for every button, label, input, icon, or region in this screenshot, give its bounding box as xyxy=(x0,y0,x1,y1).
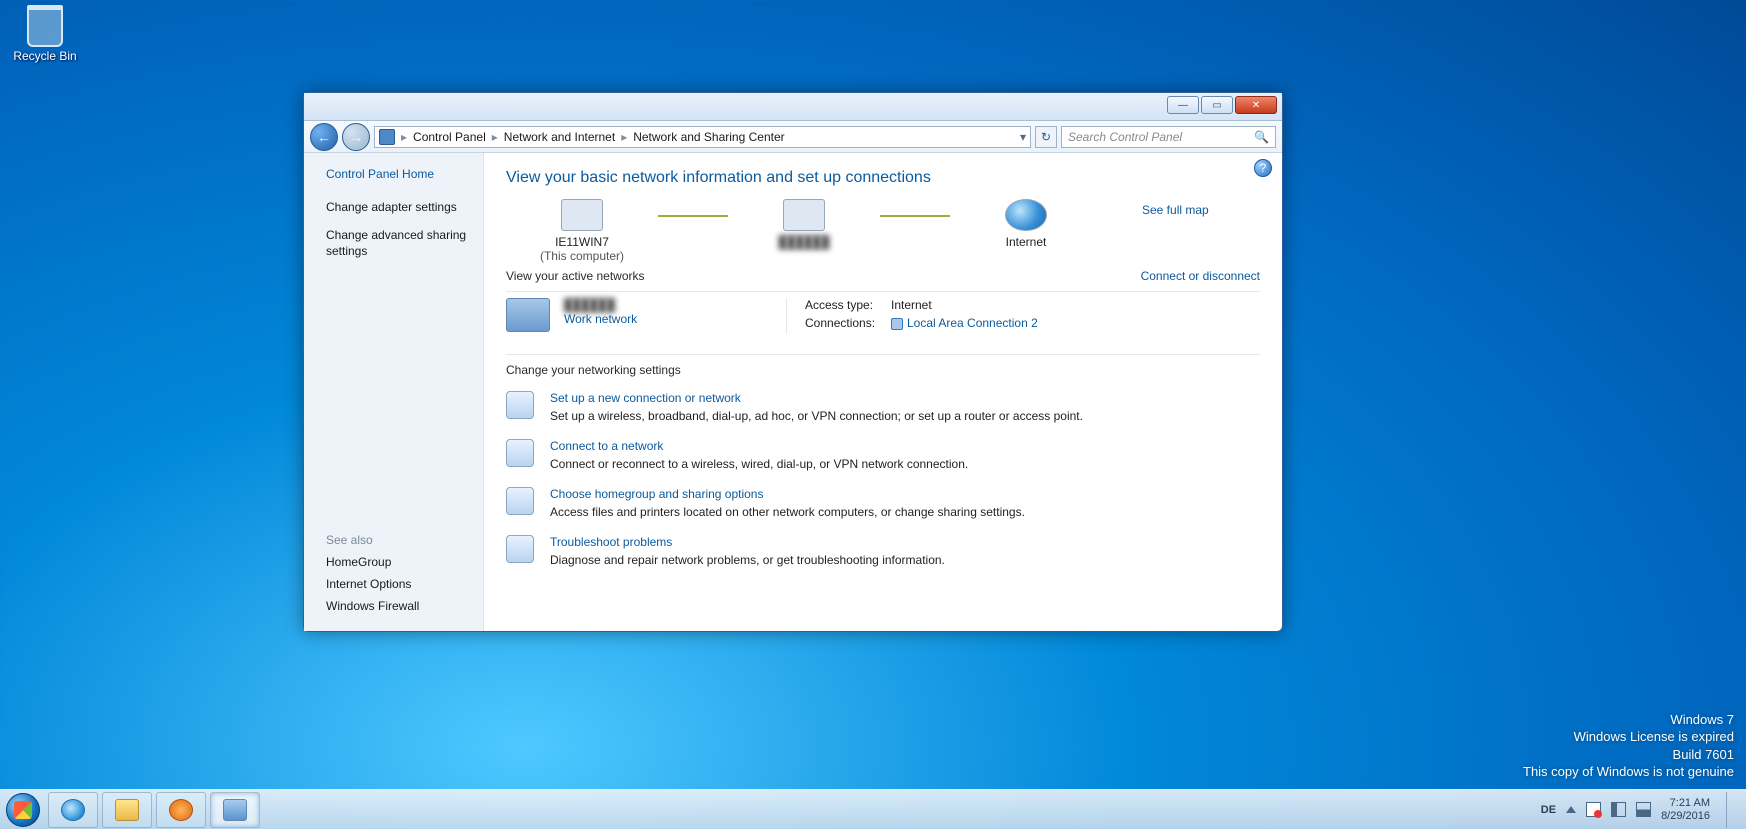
setting-troubleshoot: Troubleshoot problems Diagnose and repai… xyxy=(506,535,1260,567)
recycle-bin-label: Recycle Bin xyxy=(10,49,80,63)
minimize-button[interactable]: — xyxy=(1167,96,1199,114)
setting-troubleshoot-link[interactable]: Troubleshoot problems xyxy=(550,535,945,549)
computer-icon xyxy=(561,199,603,231)
show-desktop-button[interactable] xyxy=(1726,792,1738,828)
see-also-homegroup[interactable]: HomeGroup xyxy=(326,555,469,569)
control-panel-icon xyxy=(223,799,247,821)
recycle-bin-icon xyxy=(27,5,63,47)
sidebar-task-advanced[interactable]: Change advanced sharing settings xyxy=(326,227,469,259)
window-titlebar[interactable]: — ▭ ✕ xyxy=(304,93,1282,121)
sidebar-task-adapter[interactable]: Change adapter settings xyxy=(326,199,469,215)
connection-link[interactable]: Local Area Connection 2 xyxy=(907,316,1038,330)
access-type-value: Internet xyxy=(891,298,932,312)
breadcrumb-control-panel[interactable]: Control Panel xyxy=(413,130,486,144)
search-placeholder: Search Control Panel xyxy=(1068,130,1182,144)
recycle-bin[interactable]: Recycle Bin xyxy=(10,5,80,63)
control-panel-home-link[interactable]: Control Panel Home xyxy=(326,167,469,181)
search-input[interactable]: Search Control Panel 🔍 xyxy=(1061,126,1276,148)
map-node-internet: Internet xyxy=(950,199,1102,249)
map-connection-line xyxy=(880,215,950,217)
taskbar-ie[interactable] xyxy=(48,792,98,828)
access-type-label: Access type: xyxy=(805,298,883,312)
taskbar-control-panel[interactable] xyxy=(210,792,260,828)
active-network-panel: ██████ Work network Access type: Interne… xyxy=(506,291,1260,334)
network-type-link[interactable]: Work network xyxy=(564,312,637,326)
network-map: IE11WIN7 (This computer) ██████ Internet… xyxy=(506,199,1260,263)
setting-new-connection-link[interactable]: Set up a new connection or network xyxy=(550,391,1083,405)
see-also-heading: See also xyxy=(326,533,469,547)
connections-label: Connections: xyxy=(805,316,883,330)
map-node-gateway: ██████ xyxy=(728,199,880,249)
work-network-icon xyxy=(506,298,550,332)
start-button[interactable] xyxy=(0,790,46,829)
connect-network-icon xyxy=(506,439,534,467)
address-dropdown[interactable]: ▾ xyxy=(1020,130,1026,144)
search-icon: 🔍 xyxy=(1254,130,1269,144)
homegroup-icon xyxy=(506,487,534,515)
volume-icon[interactable] xyxy=(1611,802,1626,817)
change-settings-heading: Change your networking settings xyxy=(506,354,1260,377)
tray-overflow-icon[interactable] xyxy=(1566,806,1576,813)
network-tray-icon[interactable] xyxy=(1636,802,1651,817)
back-button[interactable]: ← xyxy=(310,123,338,151)
setting-connect-network: Connect to a network Connect or reconnec… xyxy=(506,439,1260,471)
main-content: View your basic network information and … xyxy=(484,153,1282,631)
connect-disconnect-link[interactable]: Connect or disconnect xyxy=(1141,269,1260,283)
setting-homegroup: Choose homegroup and sharing options Acc… xyxy=(506,487,1260,519)
gateway-icon xyxy=(783,199,825,231)
system-tray: DE 7:21 AM 8/29/2016 xyxy=(1541,792,1738,828)
page-heading: View your basic network information and … xyxy=(506,169,1260,187)
maximize-button[interactable]: ▭ xyxy=(1201,96,1233,114)
globe-icon xyxy=(1005,199,1047,231)
explorer-icon xyxy=(115,799,139,821)
see-also-internet-options[interactable]: Internet Options xyxy=(326,577,469,591)
address-bar[interactable]: ▸ Control Panel ▸ Network and Internet ▸… xyxy=(374,126,1031,148)
setting-new-connection: Set up a new connection or network Set u… xyxy=(506,391,1260,423)
breadcrumb-network-sharing[interactable]: Network and Sharing Center xyxy=(633,130,784,144)
taskbar: DE 7:21 AM 8/29/2016 xyxy=(0,789,1746,829)
language-indicator[interactable]: DE xyxy=(1541,804,1556,816)
sidebar: Control Panel Home Change adapter settin… xyxy=(304,153,484,631)
ie-icon xyxy=(61,799,85,821)
setting-homegroup-link[interactable]: Choose homegroup and sharing options xyxy=(550,487,1025,501)
media-player-icon xyxy=(169,799,193,821)
control-panel-window: — ▭ ✕ ← → ▸ Control Panel ▸ Network and … xyxy=(303,92,1283,632)
see-also-firewall[interactable]: Windows Firewall xyxy=(326,599,469,613)
navigation-bar: ← → ▸ Control Panel ▸ Network and Intern… xyxy=(304,121,1282,153)
taskbar-explorer[interactable] xyxy=(102,792,152,828)
troubleshoot-icon xyxy=(506,535,534,563)
breadcrumb-sep: ▸ xyxy=(401,130,407,144)
action-center-icon[interactable] xyxy=(1586,802,1601,817)
settings-list: Set up a new connection or network Set u… xyxy=(506,391,1260,567)
refresh-button[interactable]: ↻ xyxy=(1035,126,1057,148)
breadcrumb-network-internet[interactable]: Network and Internet xyxy=(504,130,615,144)
network-sharing-icon xyxy=(379,129,395,145)
forward-button[interactable]: → xyxy=(342,123,370,151)
network-name: ██████ xyxy=(564,298,637,312)
new-connection-icon xyxy=(506,391,534,419)
start-orb-icon xyxy=(6,793,40,827)
clock[interactable]: 7:21 AM 8/29/2016 xyxy=(1661,797,1710,822)
see-full-map-link[interactable]: See full map xyxy=(1142,203,1209,217)
windows-watermark: Windows 7 Windows License is expired Bui… xyxy=(1523,711,1734,781)
map-connection-line xyxy=(658,215,728,217)
taskbar-media-player[interactable] xyxy=(156,792,206,828)
setting-connect-network-link[interactable]: Connect to a network xyxy=(550,439,968,453)
connection-icon xyxy=(891,318,903,330)
map-node-this-computer: IE11WIN7 (This computer) xyxy=(506,199,658,263)
close-button[interactable]: ✕ xyxy=(1235,96,1277,114)
